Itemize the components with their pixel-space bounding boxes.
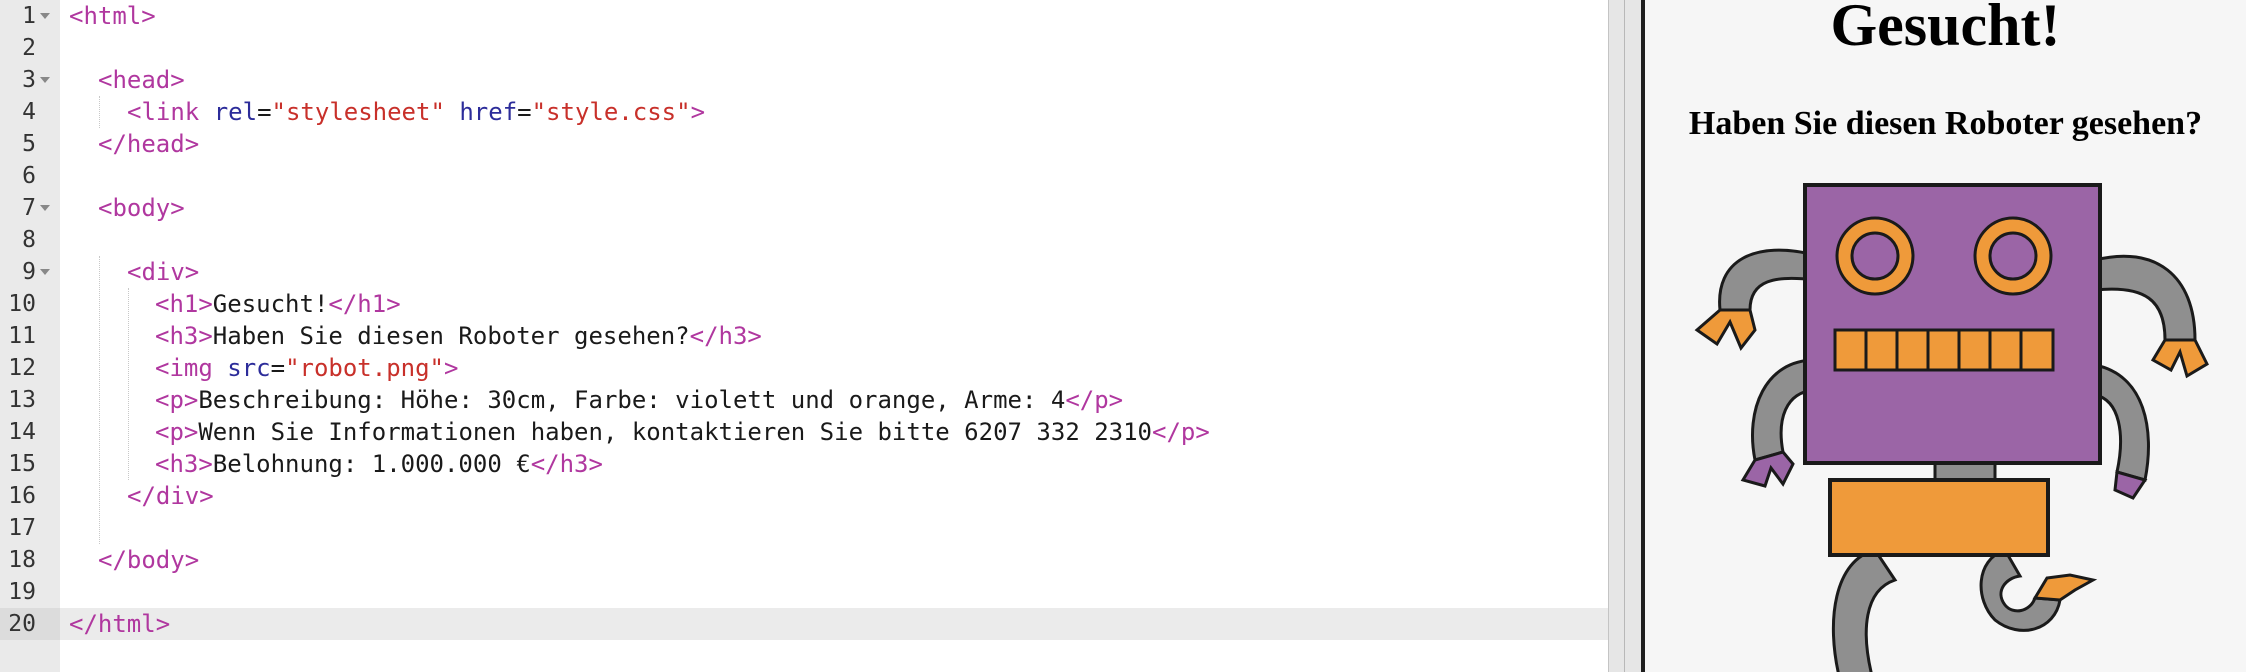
robot-foot-right xyxy=(2032,573,2098,602)
code-tag: </html> xyxy=(69,610,171,638)
code-string: "robot.png" xyxy=(285,354,445,382)
robot-claw-upper-right xyxy=(2150,338,2209,379)
active-line-highlight xyxy=(60,608,1608,640)
code-line-10[interactable]: 10 <h1>Gesucht!</h1> xyxy=(0,288,1608,320)
code-tag: </body> xyxy=(98,546,200,574)
code-line-11[interactable]: 11 <h3>Haben Sie diesen Roboter gesehen?… xyxy=(0,320,1608,352)
code-tag: <img xyxy=(155,354,213,382)
code-line-18[interactable]: 18 </body> xyxy=(0,544,1608,576)
line-number: 14 xyxy=(8,419,36,445)
indent-guide xyxy=(99,96,100,128)
robot-image xyxy=(1694,183,2209,672)
line-number: 3 xyxy=(22,67,36,93)
code-editor[interactable]: 1 <html> 2 3 <head> 4 <link rel="stylesh… xyxy=(0,0,1608,672)
fold-arrow-icon[interactable] xyxy=(40,13,50,19)
code-equals: = xyxy=(517,98,532,126)
line-number: 8 xyxy=(22,227,36,253)
line-number: 5 xyxy=(22,131,36,157)
fold-arrow-icon[interactable] xyxy=(40,205,50,211)
code-line-17[interactable]: 17 xyxy=(0,512,1608,544)
line-number: 18 xyxy=(8,547,36,573)
code-line-2[interactable]: 2 xyxy=(0,32,1608,64)
code-tag: > xyxy=(690,98,706,126)
code-text: Wenn Sie Informationen haben, kontaktier… xyxy=(198,418,1153,446)
robot-arm-upper-left xyxy=(1718,248,1817,312)
line-number: 19 xyxy=(8,579,36,605)
line-number: 10 xyxy=(8,291,36,317)
code-line-19[interactable]: 19 xyxy=(0,576,1608,608)
code-line-9[interactable]: 9 <div> xyxy=(0,256,1608,288)
code-tag: > xyxy=(444,354,459,382)
line-number: 11 xyxy=(8,323,36,349)
preview-heading: Gesucht! xyxy=(1830,0,2061,58)
line-number: 20 xyxy=(8,611,36,637)
line-number: 4 xyxy=(22,99,36,125)
code-tag: <h3> xyxy=(155,450,213,478)
code-text: Haben Sie diesen Roboter gesehen? xyxy=(212,322,690,350)
code-line-8[interactable]: 8 xyxy=(0,224,1608,256)
code-tag: <h3> xyxy=(155,322,213,350)
code-line-4[interactable]: 4 <link rel="stylesheet" href="style.css… xyxy=(0,96,1608,128)
fold-arrow-icon[interactable] xyxy=(40,269,50,275)
code-tag: <p> xyxy=(155,418,199,446)
code-tag: <html> xyxy=(69,2,156,30)
code-text: Beschreibung: Höhe: 30cm, Farbe: violett… xyxy=(198,386,1066,414)
code-tag: </div> xyxy=(127,482,214,510)
line-number: 12 xyxy=(8,355,36,381)
robot-leg-left xyxy=(1831,548,1898,672)
code-line-7[interactable]: 7 <body> xyxy=(0,192,1608,224)
code-tag: </h1> xyxy=(328,290,401,318)
pane-splitter[interactable] xyxy=(1608,0,1644,672)
indent-guide xyxy=(99,256,100,544)
code-line-20[interactable]: 20 </html> xyxy=(0,608,1608,640)
code-line-5[interactable]: 5 </head> xyxy=(0,128,1608,160)
line-number: 17 xyxy=(8,515,36,541)
fold-arrow-icon[interactable] xyxy=(40,77,50,83)
robot-arm-upper-right xyxy=(2093,254,2197,342)
line-number: 7 xyxy=(22,195,36,221)
robot-claw-upper-left xyxy=(1694,308,1757,351)
robot-claw-lower-left xyxy=(1740,450,1795,488)
code-tag: </h3> xyxy=(530,450,603,478)
code-attribute: src xyxy=(227,354,271,382)
code-tag: </p> xyxy=(1152,418,1210,446)
preview-subheading: Haben Sie diesen Roboter gesehen? xyxy=(1688,105,2203,142)
code-tag: <p> xyxy=(155,386,199,414)
code-tag: </h3> xyxy=(689,322,762,350)
code-equals: = xyxy=(270,354,286,382)
code-tag: <div> xyxy=(127,258,200,286)
code-line-14[interactable]: 14 <p>Wenn Sie Informationen haben, kont… xyxy=(0,416,1608,448)
code-line-1[interactable]: 1 <html> xyxy=(0,0,1608,32)
code-line-13[interactable]: 13 <p>Beschreibung: Höhe: 30cm, Farbe: v… xyxy=(0,384,1608,416)
code-attribute: href xyxy=(459,98,518,126)
code-line-6[interactable]: 6 xyxy=(0,160,1608,192)
line-number: 15 xyxy=(8,451,36,477)
code-tag: </p> xyxy=(1065,386,1124,414)
code-string: "stylesheet" xyxy=(271,98,445,126)
code-tag: <link xyxy=(127,98,200,126)
indent-guide xyxy=(128,288,129,480)
code-line-3[interactable]: 3 <head> xyxy=(0,64,1608,96)
code-tag: <h1> xyxy=(155,290,213,318)
line-number: 6 xyxy=(22,163,36,189)
code-tag: <head> xyxy=(98,66,185,94)
preview-pane[interactable]: Gesucht! Haben Sie diesen Roboter gesehe… xyxy=(1645,0,2246,672)
code-line-16[interactable]: 16 </div> xyxy=(0,480,1608,512)
code-tag: </head> xyxy=(98,130,200,158)
line-number: 1 xyxy=(22,3,36,29)
code-tag: <body> xyxy=(98,194,185,222)
robot-arm-lower-right xyxy=(2093,363,2150,482)
code-string: "style.css" xyxy=(531,98,691,126)
code-equals: = xyxy=(257,98,272,126)
line-number: 9 xyxy=(22,259,36,285)
line-number: 2 xyxy=(22,35,36,61)
code-text: Gesucht! xyxy=(212,290,329,318)
robot-belly xyxy=(1828,478,2050,557)
line-number: 16 xyxy=(8,483,36,509)
code-text: Belohnung: 1.000.000 € xyxy=(212,450,531,478)
code-attribute: rel xyxy=(213,98,258,126)
line-number: 13 xyxy=(8,387,36,413)
code-line-15[interactable]: 15 <h3>Belohnung: 1.000.000 €</h3> xyxy=(0,448,1608,480)
code-line-12[interactable]: 12 <img src="robot.png"> xyxy=(0,352,1608,384)
